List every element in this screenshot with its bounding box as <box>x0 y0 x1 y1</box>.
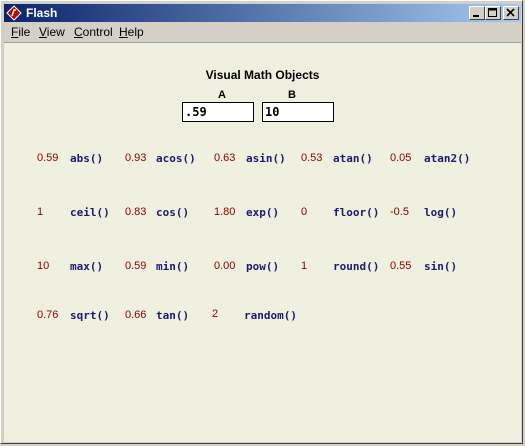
flash-stage: Visual Math Objects A B .59 10 0.59 abs(… <box>4 42 521 442</box>
input-a[interactable]: .59 <box>182 102 254 122</box>
flash-app-icon <box>6 5 22 21</box>
round-value: 1 <box>301 260 308 272</box>
log-button[interactable]: log() <box>424 206 457 219</box>
menu-help[interactable]: Help <box>119 25 144 39</box>
maximize-icon <box>488 8 497 17</box>
ceil-value: 1 <box>37 206 44 218</box>
tan-button[interactable]: tan() <box>156 309 189 322</box>
menu-control[interactable]: Control <box>74 25 113 39</box>
floor-button[interactable]: floor() <box>333 206 379 219</box>
label-b: B <box>288 89 296 101</box>
sqrt-button[interactable]: sqrt() <box>70 309 110 322</box>
min-value: 0.59 <box>125 260 147 272</box>
atan2-value: 0.05 <box>390 152 412 164</box>
cos-value: 0.83 <box>125 206 147 218</box>
abs-button[interactable]: abs() <box>70 152 103 165</box>
flash-window: Flash File View Control Help Visual Math… <box>0 0 523 444</box>
acos-button[interactable]: acos() <box>156 152 196 165</box>
minimize-button[interactable] <box>469 6 485 20</box>
log-value: -0.5 <box>390 206 409 218</box>
maximize-button[interactable] <box>485 6 501 20</box>
exp-button[interactable]: exp() <box>246 206 279 219</box>
sin-value: 0.55 <box>390 260 412 272</box>
close-icon <box>506 8 515 17</box>
cos-button[interactable]: cos() <box>156 206 189 219</box>
window-title: Flash <box>26 6 58 20</box>
label-a: A <box>218 89 226 101</box>
menu-file[interactable]: File <box>11 25 30 39</box>
sqrt-value: 0.76 <box>37 309 59 321</box>
max-value: 10 <box>37 260 50 272</box>
minimize-icon <box>473 15 479 17</box>
atan-button[interactable]: atan() <box>333 152 373 165</box>
asin-value: 0.63 <box>214 152 236 164</box>
random-button[interactable]: random() <box>244 309 297 322</box>
tan-value: 0.66 <box>125 309 147 321</box>
atan-value: 0.53 <box>301 152 323 164</box>
menu-view[interactable]: View <box>39 25 65 39</box>
min-button[interactable]: min() <box>156 260 189 273</box>
title-bar[interactable]: Flash <box>4 4 521 22</box>
ceil-button[interactable]: ceil() <box>70 206 110 219</box>
menu-bar: File View Control Help <box>4 23 521 42</box>
round-button[interactable]: round() <box>333 260 379 273</box>
input-b[interactable]: 10 <box>262 102 334 122</box>
pow-button[interactable]: pow() <box>246 260 279 273</box>
atan2-button[interactable]: atan2() <box>424 152 470 165</box>
floor-value: 0 <box>301 206 308 218</box>
sin-button[interactable]: sin() <box>424 260 457 273</box>
abs-value: 0.59 <box>37 152 59 164</box>
acos-value: 0.93 <box>125 152 147 164</box>
random-value: 2 <box>212 308 219 320</box>
close-button[interactable] <box>503 6 519 20</box>
page-title: Visual Math Objects <box>205 68 320 82</box>
max-button[interactable]: max() <box>70 260 103 273</box>
pow-value: 0.00 <box>214 260 236 272</box>
exp-value: 1.80 <box>214 206 236 218</box>
asin-button[interactable]: asin() <box>246 152 286 165</box>
